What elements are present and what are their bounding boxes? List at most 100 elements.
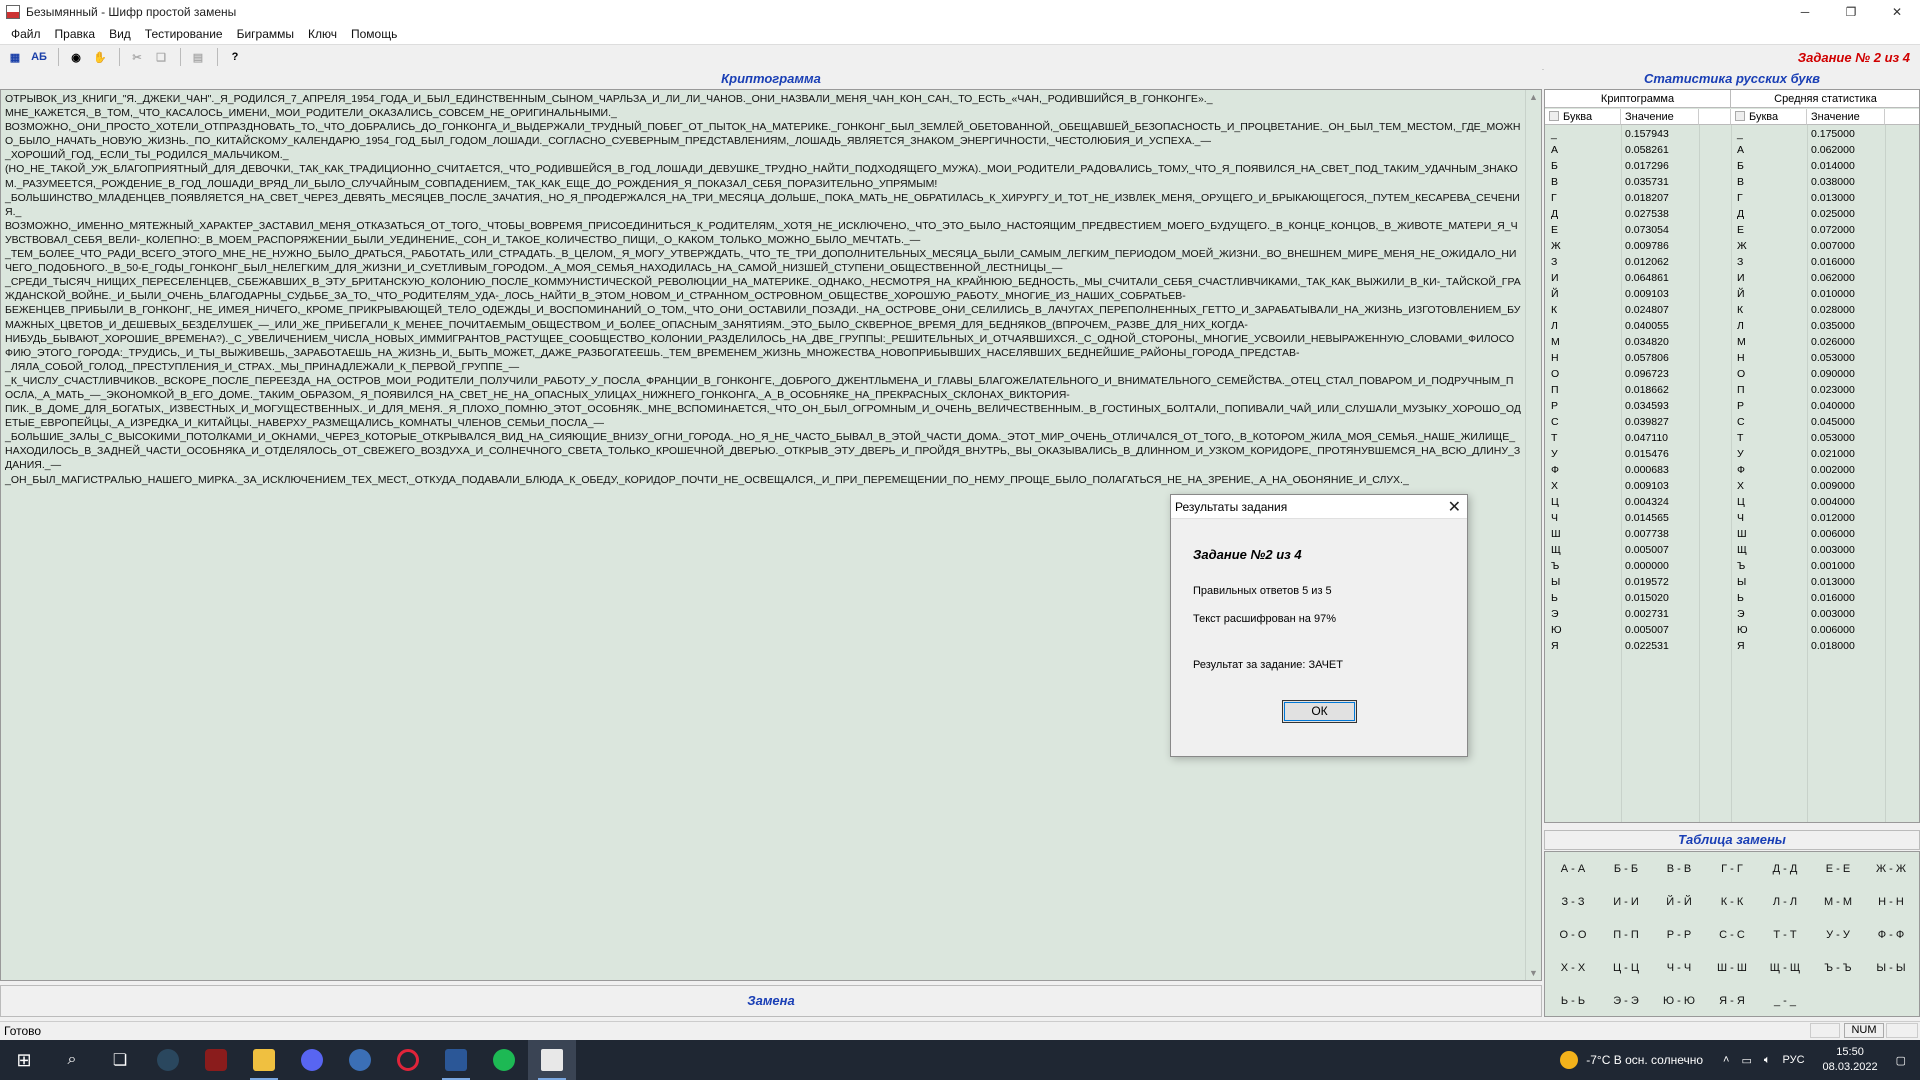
replacement-pair[interactable]: Х - Х [1547,952,1599,984]
table-row[interactable]: К 0.024807 К 0.028000 [1545,302,1919,318]
replacement-pair[interactable]: Я - Я [1706,985,1758,1017]
browser-icon[interactable] [336,1040,384,1080]
menu-key[interactable]: Ключ [301,27,344,41]
replacement-pair[interactable]: И - И [1600,886,1652,918]
table-row[interactable]: Т 0.047110 Т 0.053000 [1545,430,1919,446]
cryptogram-scrollbar[interactable]: ▲ ▼ [1525,90,1541,980]
col-header-value-crypto[interactable]: Значение [1621,109,1699,125]
table-row[interactable]: Л 0.040055 Л 0.035000 [1545,318,1919,334]
menu-bigrams[interactable]: Биграммы [230,27,301,41]
table-row[interactable]: Ш 0.007738 Ш 0.006000 [1545,526,1919,542]
network-icon[interactable]: ▭ [1741,1054,1751,1067]
table-row[interactable]: Ю 0.005007 Ю 0.006000 [1545,622,1919,638]
help-icon[interactable]: ? [224,46,246,68]
dialog-close-icon[interactable]: ✕ [1448,497,1461,517]
replacement-pair[interactable]: С - С [1706,919,1758,951]
replacement-pair[interactable]: Д - Д [1759,853,1811,885]
table-row[interactable]: Я 0.022531 Я 0.018000 [1545,638,1919,654]
replacement-pair[interactable]: Ю - Ю [1653,985,1705,1017]
table-row[interactable]: А 0.058261 А 0.062000 [1545,142,1919,158]
table-row[interactable]: У 0.015476 У 0.021000 [1545,446,1919,462]
replacement-pair[interactable]: Ь - Ь [1547,985,1599,1017]
replacement-pair[interactable]: О - О [1547,919,1599,951]
table-row[interactable]: И 0.064861 И 0.062000 [1545,270,1919,286]
table-row[interactable]: Ф 0.000683 Ф 0.002000 [1545,462,1919,478]
opera-icon[interactable] [384,1040,432,1080]
table-row[interactable]: М 0.034820 М 0.026000 [1545,334,1919,350]
maximize-icon[interactable]: ❐ [1828,0,1874,24]
table-row[interactable]: С 0.039827 С 0.045000 [1545,414,1919,430]
shield-app-icon[interactable] [192,1040,240,1080]
replacement-pair[interactable]: Б - Б [1600,853,1652,885]
table-row[interactable]: Э 0.002731 Э 0.003000 [1545,606,1919,622]
table-row[interactable]: Ч 0.014565 Ч 0.012000 [1545,510,1919,526]
replacement-bar[interactable]: Замена [0,985,1542,1017]
discord-icon[interactable] [288,1040,336,1080]
volume-icon[interactable]: 🔈︎ [1764,1054,1771,1067]
replacement-pair[interactable]: Ъ - Ъ [1812,952,1864,984]
copy-icon[interactable]: ❏ [150,46,172,68]
eye-icon[interactable]: ◉ [65,46,87,68]
table-row[interactable]: Н 0.057806 Н 0.053000 [1545,350,1919,366]
table-row[interactable]: Х 0.009103 Х 0.009000 [1545,478,1919,494]
replacement-pair[interactable]: Ж - Ж [1865,853,1917,885]
table-row[interactable]: _ 0.157943 _ 0.175000 [1545,126,1919,142]
steam-icon[interactable] [144,1040,192,1080]
file-explorer-icon[interactable] [240,1040,288,1080]
weather-text[interactable]: -7°C В осн. солнечно [1586,1053,1703,1067]
grid-icon[interactable]: ▦ [4,46,26,68]
replacement-pair[interactable]: Л - Л [1759,886,1811,918]
replacement-pair[interactable]: Ы - Ы [1865,952,1917,984]
table-row[interactable]: Ь 0.015020 Ь 0.016000 [1545,590,1919,606]
language-indicator[interactable]: РУС [1783,1054,1805,1066]
paste-icon[interactable]: ▤ [187,46,209,68]
table-row[interactable]: П 0.018662 П 0.023000 [1545,382,1919,398]
replacement-pair[interactable]: Й - Й [1653,886,1705,918]
word-icon[interactable] [432,1040,480,1080]
replacement-pair[interactable]: Ц - Ц [1600,952,1652,984]
replacement-pair[interactable]: Э - Э [1600,985,1652,1017]
menu-view[interactable]: Вид [102,27,138,41]
table-row[interactable]: О 0.096723 О 0.090000 [1545,366,1919,382]
ok-button[interactable]: ОК [1282,700,1357,723]
spotify-icon[interactable] [480,1040,528,1080]
hand-icon[interactable]: ✋ [89,46,111,68]
menu-edit[interactable]: Правка [48,27,103,41]
replacement-pair[interactable]: З - З [1547,886,1599,918]
replacement-pair[interactable]: А - А [1547,853,1599,885]
table-row[interactable]: Й 0.009103 Й 0.010000 [1545,286,1919,302]
cryptogram-text[interactable]: ОТРЫВОК_ИЗ_КНИГИ_"Я._ДЖЕКИ_ЧАН"._Я_РОДИЛ… [5,92,1521,487]
table-row[interactable]: Р 0.034593 Р 0.040000 [1545,398,1919,414]
replacement-pair[interactable]: П - П [1600,919,1652,951]
notification-icon[interactable]: ▢ [1896,1054,1906,1067]
menu-testing[interactable]: Тестирование [138,27,230,41]
replacement-pair[interactable]: Щ - Щ [1759,952,1811,984]
alphabet-button[interactable]: АБ [28,46,50,68]
replacement-pair[interactable]: Ф - Ф [1865,919,1917,951]
task-view-icon[interactable]: ❏ [96,1040,144,1080]
replacement-pair[interactable]: Ч - Ч [1653,952,1705,984]
col-header-letter-crypto[interactable]: Буква [1545,109,1621,125]
table-row[interactable]: Б 0.017296 Б 0.014000 [1545,158,1919,174]
search-icon[interactable]: ⌕ [48,1040,96,1080]
col-header-letter-avg[interactable]: Буква [1731,109,1807,125]
replacement-pair[interactable]: Н - Н [1865,886,1917,918]
table-row[interactable]: З 0.012062 З 0.016000 [1545,254,1919,270]
table-row[interactable]: Щ 0.005007 Щ 0.003000 [1545,542,1919,558]
minimize-icon[interactable]: ─ [1782,0,1828,24]
weather-icon[interactable] [1560,1051,1579,1069]
table-row[interactable]: Е 0.073054 Е 0.072000 [1545,222,1919,238]
table-row[interactable]: Ц 0.004324 Ц 0.004000 [1545,494,1919,510]
replacement-pair[interactable]: Г - Г [1706,853,1758,885]
menu-help[interactable]: Помощь [344,27,404,41]
cipher-app-icon[interactable] [528,1040,576,1080]
replacement-pair[interactable]: _ - _ [1759,985,1811,1017]
close-icon[interactable]: ✕ [1874,0,1920,24]
col-header-value-avg[interactable]: Значение [1807,109,1885,125]
table-row[interactable]: Д 0.027538 Д 0.025000 [1545,206,1919,222]
clock[interactable]: 15:50 08.03.2022 [1823,1045,1878,1075]
scroll-down-icon[interactable]: ▼ [1529,968,1538,978]
scroll-up-icon[interactable]: ▲ [1529,92,1538,102]
replacement-pair[interactable]: Р - Р [1653,919,1705,951]
replacement-pair[interactable]: В - В [1653,853,1705,885]
